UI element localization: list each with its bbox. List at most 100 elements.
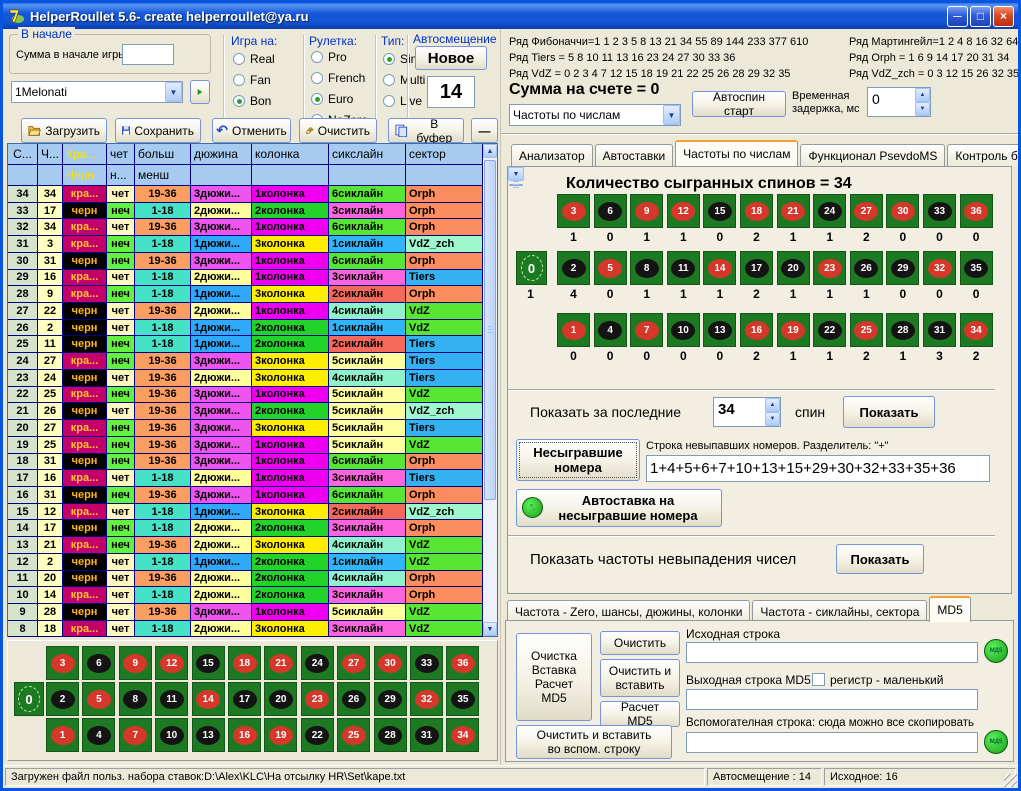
maximize-icon[interactable]: □ — [970, 6, 991, 27]
board-number-34[interactable]: 34 — [446, 718, 479, 752]
start-sum-input[interactable] — [122, 44, 174, 65]
tab-автоставки[interactable]: Автоставки — [595, 144, 674, 166]
resize-grip[interactable] — [1004, 774, 1017, 787]
board-number-23[interactable]: 23 — [301, 682, 334, 716]
board-number-33[interactable]: 33 — [410, 646, 443, 680]
new-button[interactable]: Новое — [415, 46, 487, 70]
freq-scroll-thumb[interactable] — [509, 184, 523, 186]
md5-calc-button[interactable]: Расчет MD5 — [600, 701, 680, 727]
board-number-5[interactable]: 5 — [82, 682, 115, 716]
autospin-button[interactable]: Автоспин старт — [692, 91, 786, 117]
copy-button[interactable]: В буфер — [388, 118, 464, 143]
board-number-12[interactable]: 12 — [155, 646, 188, 680]
board-number-36[interactable]: 36 — [446, 646, 479, 680]
radio-french[interactable]: French — [311, 67, 368, 88]
board-number-14[interactable]: 14 — [192, 682, 225, 716]
chevron-down-icon[interactable]: ▼ — [663, 105, 680, 125]
radio-real[interactable]: Real — [233, 48, 275, 69]
show-last-spinner[interactable]: 34 ▲▼ — [713, 397, 781, 427]
board-number-30[interactable]: 30 — [374, 646, 407, 680]
minus-button[interactable]: — — [471, 118, 498, 143]
md5-source-input[interactable] — [686, 642, 978, 663]
spin-down-icon[interactable]: ▼ — [765, 412, 780, 426]
board-number-4[interactable]: 4 — [82, 718, 115, 752]
md5-aux-paste-button[interactable]: Очистить и вставить во вспом. строку — [516, 725, 672, 759]
board-number-27[interactable]: 27 — [337, 646, 370, 680]
board-number-10[interactable]: 10 — [155, 718, 188, 752]
clear-button[interactable]: Очистить — [299, 118, 377, 143]
board-number-28[interactable]: 28 — [374, 718, 407, 752]
board-number-31[interactable]: 31 — [410, 718, 443, 752]
autobet-button[interactable]: Автоставка на несыгравшие номера — [516, 489, 722, 527]
md5-aux-input[interactable] — [686, 732, 978, 753]
board-number-20[interactable]: 20 — [264, 682, 297, 716]
scroll-down-icon[interactable]: ▼ — [483, 622, 497, 636]
board-number-19[interactable]: 19 — [264, 718, 297, 752]
md5-out-input[interactable] — [686, 689, 978, 710]
board-number-0[interactable]: 0 — [14, 682, 44, 716]
board-number-26[interactable]: 26 — [337, 682, 370, 716]
run-preset-button[interactable] — [190, 80, 210, 104]
board-number-2[interactable]: 2 — [46, 682, 79, 716]
mode-combo[interactable]: Частоты по числам ▼ — [509, 104, 681, 126]
md5-big-button[interactable]: Очистка Вставка Расчет MD5 — [516, 633, 592, 721]
board-number-35[interactable]: 35 — [446, 682, 479, 716]
freq-scrollbar[interactable]: ▲ ▼ — [508, 167, 524, 181]
tab-частоты-по-числам[interactable]: Частоты по числам — [675, 140, 798, 166]
board-number-17[interactable]: 17 — [228, 682, 261, 716]
table-scroll-thumb[interactable] — [484, 160, 496, 500]
tab-md5[interactable]: MD5 — [929, 596, 970, 622]
tab-контроль-банкро[interactable]: Контроль банкро — [947, 144, 1021, 166]
md5-run-icon[interactable]: МД5 — [984, 639, 1008, 663]
show-freq-button[interactable]: Показать — [836, 544, 924, 574]
tab-частота-zero-шансы-дюжины-колонки[interactable]: Частота - Zero, шансы, дюжины, колонки — [507, 600, 750, 622]
not-played-button[interactable]: Несыгравшие номера — [516, 439, 640, 481]
spin-up-icon[interactable]: ▲ — [765, 398, 780, 412]
board-number-11[interactable]: 11 — [155, 682, 188, 716]
radio-bon[interactable]: Bon — [233, 90, 275, 111]
not-played-field[interactable]: 1+4+5+6+7+10+13+15+29+30+32+33+35+36 — [646, 455, 990, 482]
board-number-15[interactable]: 15 — [192, 646, 225, 680]
title-bar[interactable]: HelperRoullet 5.6- create helperroullet@… — [3, 3, 1018, 29]
undo-button[interactable]: ↶ Отменить — [212, 118, 291, 143]
show-button[interactable]: Показать — [843, 396, 935, 428]
spin-up-icon[interactable]: ▲ — [915, 88, 930, 102]
preset-combo[interactable]: 1Melonati ▼ — [11, 81, 183, 103]
scroll-up-icon[interactable]: ▲ — [483, 144, 497, 158]
radio-fan[interactable]: Fan — [233, 69, 275, 90]
board-number-29[interactable]: 29 — [374, 682, 407, 716]
tab-частота-сиклайны-сектора[interactable]: Частота - сиклайны, сектора — [752, 600, 927, 622]
radio-euro[interactable]: Euro — [311, 88, 368, 109]
tab-анализатор[interactable]: Анализатор — [511, 144, 593, 166]
delay-spinner[interactable]: 0 ▲▼ — [867, 87, 931, 117]
board-number-6[interactable]: 6 — [82, 646, 115, 680]
save-button[interactable]: Сохранить — [115, 118, 201, 143]
md5-clear-paste-button[interactable]: Очистить и вставить — [600, 659, 680, 697]
table-scrollbar[interactable]: ▲ ▼ — [483, 144, 497, 636]
spin-down-icon[interactable]: ▼ — [915, 102, 930, 116]
board-number-21[interactable]: 21 — [264, 646, 297, 680]
radio-multi[interactable]: Multi — [383, 69, 427, 90]
tab-функционал-psevdoms[interactable]: Функционал PsevdoMS — [800, 144, 945, 166]
board-number-16[interactable]: 16 — [228, 718, 261, 752]
chevron-down-icon[interactable]: ▼ — [165, 82, 182, 102]
board-number-32[interactable]: 32 — [410, 682, 443, 716]
minimize-icon[interactable]: ─ — [947, 6, 968, 27]
close-icon[interactable]: × — [993, 6, 1014, 27]
md5-aux-run-icon[interactable]: МД5 — [984, 730, 1008, 754]
scroll-down-icon[interactable]: ▼ — [508, 167, 524, 181]
board-number-1[interactable]: 1 — [46, 718, 79, 752]
board-number-24[interactable]: 24 — [301, 646, 334, 680]
board-number-8[interactable]: 8 — [119, 682, 152, 716]
board-number-25[interactable]: 25 — [337, 718, 370, 752]
board-number-22[interactable]: 22 — [301, 718, 334, 752]
board-number-13[interactable]: 13 — [192, 718, 225, 752]
radio-live[interactable]: Live — [383, 90, 427, 111]
load-button[interactable]: Загрузить — [21, 118, 107, 143]
md5-clear-button[interactable]: Очистить — [600, 631, 680, 655]
register-checkbox[interactable] — [812, 673, 825, 686]
board-number-3[interactable]: 3 — [46, 646, 79, 680]
board-number-7[interactable]: 7 — [119, 718, 152, 752]
board-number-18[interactable]: 18 — [228, 646, 261, 680]
board-number-9[interactable]: 9 — [119, 646, 152, 680]
